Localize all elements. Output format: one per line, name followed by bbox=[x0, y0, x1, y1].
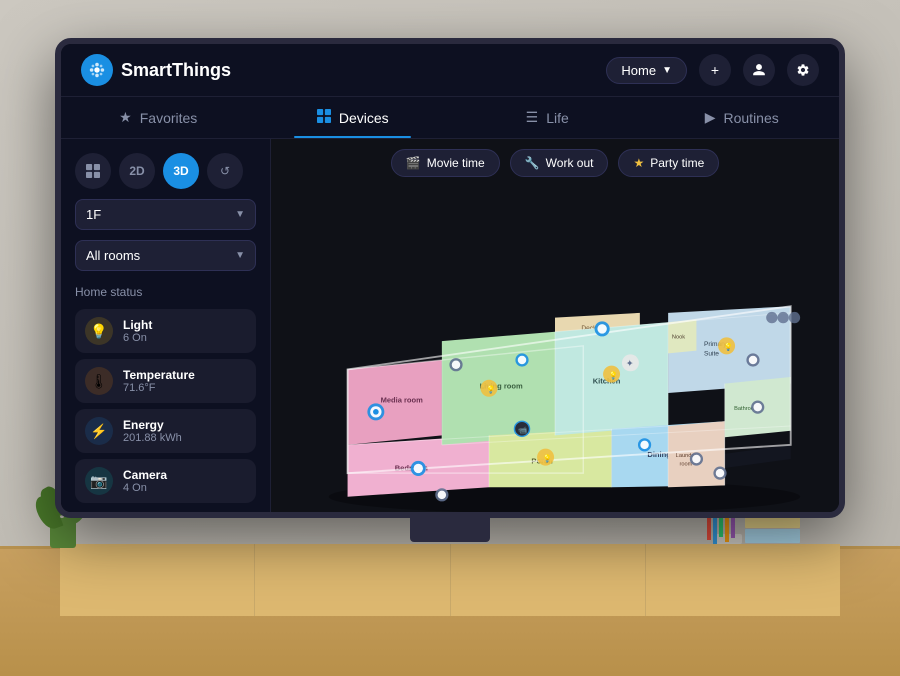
tab-devices[interactable]: Devices bbox=[256, 97, 451, 138]
temperature-icon: 🌡 bbox=[85, 367, 113, 395]
party-time-button[interactable]: ★ Party time bbox=[618, 149, 719, 177]
movie-icon: 🎬 bbox=[406, 156, 421, 170]
light-label: Light bbox=[123, 318, 246, 332]
workout-icon: 🔧 bbox=[525, 156, 540, 170]
energy-icon: ⚡ bbox=[85, 417, 113, 445]
tab-favorites[interactable]: ★ Favorites bbox=[61, 97, 256, 138]
temperature-label: Temperature bbox=[123, 368, 246, 382]
room-label: All rooms bbox=[86, 248, 140, 263]
status-energy[interactable]: ⚡ Energy 201.88 kWh bbox=[75, 409, 256, 453]
nav-tabs: ★ Favorites Devices ☰ Life bbox=[61, 97, 839, 139]
svg-text:Media room: Media room bbox=[381, 395, 424, 404]
floor-map-container: Media room Bedroom Living room Porch bbox=[271, 185, 839, 512]
svg-text:Suite: Suite bbox=[704, 350, 719, 357]
logo-area: SmartThings bbox=[81, 54, 231, 86]
floor-plan: Media room Bedroom Living room Porch bbox=[291, 195, 819, 512]
room-selector[interactable]: All rooms ▼ bbox=[75, 240, 256, 271]
svg-text:💡: 💡 bbox=[609, 371, 618, 380]
grid-view-button[interactable] bbox=[75, 153, 111, 189]
history-view-button[interactable]: ↺ bbox=[207, 153, 243, 189]
floor-label: 1F bbox=[86, 207, 101, 222]
floor-selector[interactable]: 1F ▼ bbox=[75, 199, 256, 230]
status-temperature[interactable]: 🌡 Temperature 71.6°F bbox=[75, 359, 256, 403]
favorites-icon: ★ bbox=[119, 109, 132, 126]
camera-icon: 📷 bbox=[85, 467, 113, 495]
temperature-value: 71.6°F bbox=[123, 382, 246, 394]
energy-value: 201.88 kWh bbox=[123, 432, 246, 444]
scene-buttons: 🎬 Movie time 🔧 Work out ★ Party time bbox=[271, 139, 839, 185]
floor-chevron-icon: ▼ bbox=[235, 209, 245, 220]
camera-label: Camera bbox=[123, 468, 246, 482]
svg-text:📹: 📹 bbox=[518, 426, 527, 435]
sidebar: 2D 3D ↺ 1F ▼ All rooms ▼ bbox=[61, 139, 271, 512]
svg-text:Nook: Nook bbox=[672, 334, 685, 340]
life-icon: ☰ bbox=[526, 109, 539, 126]
tab-devices-label: Devices bbox=[339, 110, 389, 126]
svg-text:💡: 💡 bbox=[486, 385, 495, 394]
profile-button[interactable] bbox=[743, 54, 775, 86]
3d-view-button[interactable]: 3D bbox=[163, 153, 199, 189]
svg-text:✦: ✦ bbox=[626, 358, 634, 369]
status-items: 💡 Light 6 On 🌡 Temperature 71.6°F bbox=[75, 309, 256, 503]
party-icon: ★ bbox=[633, 156, 644, 170]
chevron-down-icon: ▼ bbox=[662, 65, 672, 76]
party-label: Party time bbox=[650, 156, 704, 170]
status-light[interactable]: 💡 Light 6 On bbox=[75, 309, 256, 353]
tab-favorites-label: Favorites bbox=[140, 110, 198, 126]
camera-info: Camera 4 On bbox=[123, 468, 246, 494]
camera-value: 4 On bbox=[123, 482, 246, 494]
workout-label: Work out bbox=[546, 156, 594, 170]
tv-stand bbox=[410, 512, 490, 542]
home-selector[interactable]: Home ▼ bbox=[606, 57, 687, 84]
energy-label: Energy bbox=[123, 418, 246, 432]
smartthings-logo bbox=[81, 54, 113, 86]
temperature-info: Temperature 71.6°F bbox=[123, 368, 246, 394]
svg-text:room: room bbox=[679, 462, 692, 468]
energy-info: Energy 201.88 kWh bbox=[123, 418, 246, 444]
map-area: 🎬 Movie time 🔧 Work out ★ Party time bbox=[271, 139, 839, 512]
home-status-title: Home status bbox=[75, 285, 256, 299]
devices-icon bbox=[317, 109, 331, 126]
app-header: SmartThings Home ▼ + bbox=[61, 44, 839, 97]
3d-label: 3D bbox=[173, 164, 188, 178]
routines-icon: ▶ bbox=[705, 109, 716, 126]
svg-text:💡: 💡 bbox=[724, 343, 733, 352]
app-title: SmartThings bbox=[121, 60, 231, 81]
tab-life[interactable]: ☰ Life bbox=[450, 97, 645, 138]
tab-life-label: Life bbox=[546, 110, 569, 126]
home-label: Home bbox=[621, 63, 656, 78]
movie-time-button[interactable]: 🎬 Movie time bbox=[391, 149, 500, 177]
light-icon: 💡 bbox=[85, 317, 113, 345]
svg-text:💡: 💡 bbox=[543, 454, 552, 463]
light-value: 6 On bbox=[123, 332, 246, 344]
tab-routines-label: Routines bbox=[724, 110, 779, 126]
add-button[interactable]: + bbox=[699, 54, 731, 86]
workout-button[interactable]: 🔧 Work out bbox=[510, 149, 609, 177]
settings-button[interactable] bbox=[787, 54, 819, 86]
header-controls: Home ▼ + bbox=[606, 54, 819, 86]
room-chevron-icon: ▼ bbox=[235, 250, 245, 261]
2d-label: 2D bbox=[129, 164, 144, 178]
2d-view-button[interactable]: 2D bbox=[119, 153, 155, 189]
tab-routines[interactable]: ▶ Routines bbox=[645, 97, 840, 138]
status-camera[interactable]: 📷 Camera 4 On bbox=[75, 459, 256, 503]
movie-label: Movie time bbox=[427, 156, 485, 170]
light-info: Light 6 On bbox=[123, 318, 246, 344]
view-controls: 2D 3D ↺ bbox=[75, 153, 256, 189]
